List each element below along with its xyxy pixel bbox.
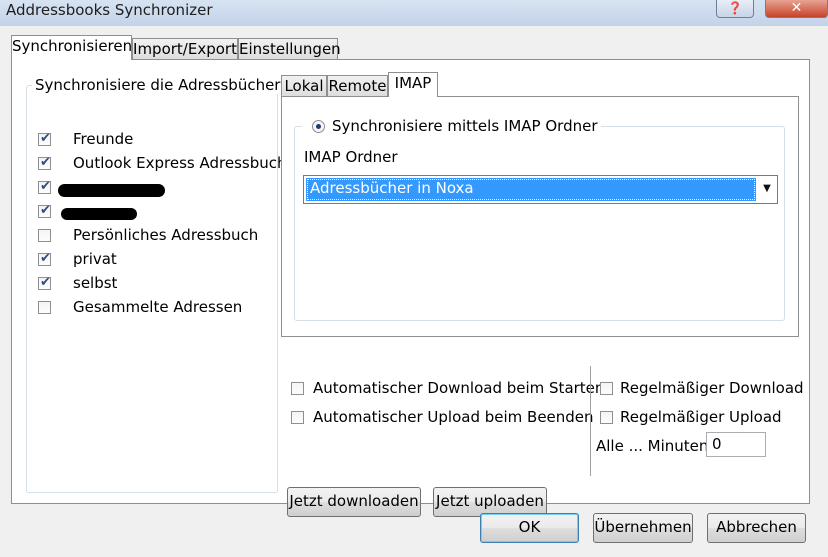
close-button[interactable]: ✕ bbox=[765, 0, 828, 18]
addressbook-item[interactable]: Persönliches Adressbuch bbox=[38, 226, 278, 246]
checkmark-icon: ✔ bbox=[40, 155, 51, 170]
auto-download-checkbox[interactable] bbox=[291, 382, 304, 395]
synchronisieren-panel: Synchronisiere die Adressbücher ✔ Freunde… bbox=[11, 59, 810, 517]
addressbook-item[interactable]: ✔ Outlook Express Adressbuch bbox=[38, 154, 287, 174]
close-icon: ✕ bbox=[790, 0, 803, 16]
imap-radio-label: Synchronisiere mittels IMAP Ordner bbox=[332, 117, 598, 135]
addressbook-checkbox[interactable]: ✔ bbox=[38, 251, 51, 266]
redacted-label bbox=[58, 184, 165, 197]
question-icon: ❓ bbox=[727, 1, 743, 15]
tab-label: Import/Export bbox=[133, 40, 237, 58]
addressbook-item[interactable]: ✔ privat bbox=[38, 250, 278, 270]
tab-label: Remote bbox=[328, 77, 387, 95]
title-bar[interactable]: Addressbooks Synchronizer ❓ ✕ bbox=[0, 0, 828, 26]
auto-download-label: Automatischer Download beim Starten bbox=[313, 379, 605, 397]
addressbooks-group-title: Synchronisiere die Adressbücher bbox=[32, 76, 284, 94]
checkmark-icon: ✔ bbox=[40, 203, 51, 218]
dialog-body: Synchronisieren Import/Export Einstellun… bbox=[0, 26, 828, 557]
tab-label: Synchronisieren bbox=[12, 37, 133, 55]
regular-download-checkbox[interactable] bbox=[600, 382, 613, 395]
addressbook-checkbox[interactable]: ✔ bbox=[38, 203, 51, 218]
checkmark-icon: ✔ bbox=[40, 275, 51, 290]
addressbook-label: selbst bbox=[73, 274, 118, 292]
ok-button[interactable]: OK bbox=[480, 513, 579, 543]
imap-folder-value: Adressbücher in Noxa bbox=[306, 178, 756, 201]
addressbook-item[interactable]: ✔ selbst bbox=[38, 274, 278, 294]
addressbook-checkbox[interactable]: ✔ bbox=[38, 275, 51, 290]
tab-label: IMAP bbox=[394, 74, 432, 92]
checkmark-icon: ✔ bbox=[40, 251, 51, 266]
addressbook-checkbox[interactable] bbox=[38, 301, 51, 314]
interval-input[interactable]: 0 bbox=[706, 432, 766, 457]
addressbook-label: Persönliches Adressbuch bbox=[73, 226, 259, 244]
tab-remote[interactable]: Remote bbox=[327, 75, 388, 97]
addressbook-label: Freunde bbox=[73, 130, 134, 148]
imap-radio-row[interactable]: Synchronisiere mittels IMAP Ordner bbox=[302, 117, 601, 135]
checkmark-icon: ✔ bbox=[40, 179, 51, 194]
imap-radio[interactable] bbox=[312, 120, 325, 133]
redacted-label bbox=[61, 208, 137, 220]
regular-upload-checkbox[interactable] bbox=[600, 411, 613, 424]
auto-upload-label: Automatischer Upload beim Beenden bbox=[313, 408, 594, 426]
addressbook-label: privat bbox=[73, 250, 117, 268]
addressbook-checkbox[interactable] bbox=[38, 229, 51, 242]
tab-imap[interactable]: IMAP bbox=[388, 72, 438, 97]
tab-lokal[interactable]: Lokal bbox=[281, 75, 327, 97]
cancel-button[interactable]: Abbrechen bbox=[707, 513, 806, 543]
addressbook-checkbox[interactable]: ✔ bbox=[38, 131, 51, 146]
tab-label: Einstellungen bbox=[239, 40, 341, 58]
imap-folder-dropdown[interactable]: Adressbücher in Noxa ▼ bbox=[303, 175, 778, 204]
addressbook-item[interactable]: Gesammelte Adressen bbox=[38, 298, 278, 318]
tab-synchronisieren[interactable]: Synchronisieren bbox=[11, 35, 132, 60]
separator bbox=[590, 366, 591, 476]
interval-label: Alle ... Minuten bbox=[596, 437, 709, 455]
apply-button[interactable]: Übernehmen bbox=[593, 513, 693, 543]
addressbook-label: Outlook Express Adressbuch bbox=[73, 154, 287, 172]
addressbook-checkbox[interactable]: ✔ bbox=[38, 179, 51, 194]
tab-import-export[interactable]: Import/Export bbox=[132, 38, 238, 60]
regular-upload-label: Regelmäßiger Upload bbox=[620, 408, 782, 426]
checkmark-icon: ✔ bbox=[40, 131, 51, 146]
tab-einstellungen[interactable]: Einstellungen bbox=[238, 38, 341, 60]
imap-folder-label: IMAP Ordner bbox=[304, 148, 398, 166]
download-now-button[interactable]: Jetzt downloaden bbox=[287, 487, 421, 517]
addressbook-item[interactable]: ✔ Freunde bbox=[38, 130, 278, 150]
auto-upload-checkbox[interactable] bbox=[291, 411, 304, 424]
window-title: Addressbooks Synchronizer bbox=[6, 1, 213, 19]
help-button[interactable]: ❓ bbox=[716, 0, 754, 18]
regular-download-label: Regelmäßiger Download bbox=[620, 379, 804, 397]
chevron-down-icon: ▼ bbox=[763, 183, 771, 194]
imap-panel: Synchronisiere mittels IMAP Ordner IMAP … bbox=[281, 96, 799, 337]
addressbook-label: Gesammelte Adressen bbox=[73, 298, 243, 316]
tab-label: Lokal bbox=[284, 77, 324, 95]
addressbook-item[interactable]: ✔ bbox=[38, 178, 278, 198]
addressbook-item[interactable]: ✔ bbox=[38, 202, 278, 222]
addressbook-checkbox[interactable]: ✔ bbox=[38, 155, 51, 170]
